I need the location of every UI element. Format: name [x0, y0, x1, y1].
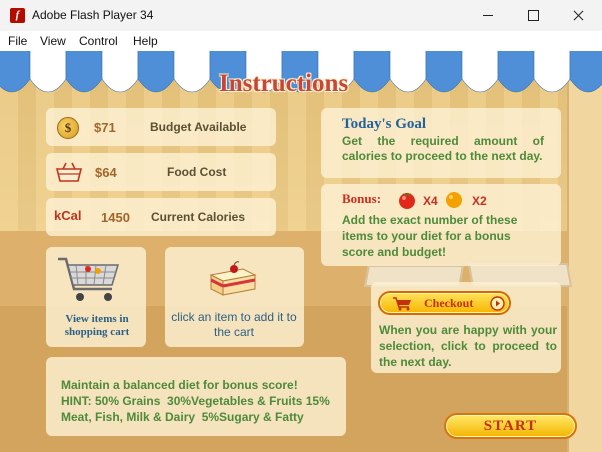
- budget-label: Budget Available: [150, 120, 247, 134]
- arrow-right-icon: [490, 296, 505, 311]
- checkout-text: When you are happy with your selection, …: [379, 323, 557, 369]
- flash-app-icon: f: [10, 8, 25, 23]
- awning-stripe: [533, 51, 571, 93]
- basket-icon: [55, 162, 83, 182]
- start-button[interactable]: START: [444, 413, 577, 439]
- hint-panel: Maintain a balanced diet for bonus score…: [46, 357, 346, 436]
- minimize-icon[interactable]: [465, 0, 511, 31]
- item-tip-panel: click an item to add it to the cart: [165, 247, 304, 347]
- goal-title: Today's Goal: [342, 116, 427, 132]
- awning-stripe: [137, 51, 175, 93]
- hint-line-2: HINT: 50% Grains 30%Vegetables & Fruits …: [61, 394, 330, 408]
- start-label: START: [483, 418, 538, 434]
- awning-stripe: [425, 51, 463, 93]
- shop-pillar: [567, 81, 602, 452]
- awning-stripe: [497, 51, 535, 93]
- checkout-panel: Checkout When you are happy with your se…: [371, 282, 561, 373]
- item-tip-caption: click an item to add it to the cart: [171, 310, 297, 339]
- checkout-label: Checkout: [424, 296, 474, 310]
- kcal-icon: kCal: [54, 208, 82, 223]
- calories-label: Current Calories: [151, 210, 246, 224]
- menu-control[interactable]: Control: [79, 34, 118, 48]
- menu-file[interactable]: File: [8, 34, 27, 48]
- window-title: Adobe Flash Player 34: [32, 8, 154, 22]
- coin-icon: $: [57, 117, 79, 139]
- orange-multiplier: X2: [472, 194, 487, 208]
- instructions-heading: Instructions: [219, 70, 349, 97]
- food-cost-label: Food Cost: [167, 165, 227, 179]
- food-cost-panel: $64 Food Cost: [46, 153, 276, 191]
- tomato-multiplier: X4: [423, 194, 438, 208]
- cart-tip-caption: View items in shopping cart: [64, 313, 130, 338]
- cart-tip-panel: View items in shopping cart: [46, 247, 146, 347]
- budget-panel: $ $71 Budget Available: [46, 108, 276, 146]
- goal-text: Get the required amount of calories to p…: [342, 134, 544, 163]
- hint-line-1: Maintain a balanced diet for bonus score…: [61, 378, 298, 392]
- game-stage[interactable]: Instructions $ $71 Budget Available $64 …: [0, 51, 602, 452]
- orange-icon: [446, 192, 462, 208]
- close-icon[interactable]: [555, 0, 601, 31]
- awning-stripe: [173, 51, 211, 93]
- goal-panel: Today's Goal Get the required amount of …: [321, 108, 561, 178]
- bonus-label: Bonus:: [342, 191, 382, 206]
- awning-stripe: [569, 51, 602, 93]
- menu-view[interactable]: View: [40, 34, 66, 48]
- awning-stripe: [101, 51, 139, 93]
- menu-help[interactable]: Help: [133, 34, 158, 48]
- awning-stripe: [389, 51, 427, 93]
- awning-stripe: [29, 51, 67, 93]
- awning-stripe: [65, 51, 103, 93]
- hint-text: Maintain a balanced diet for bonus score…: [61, 377, 346, 425]
- awning-stripe: [0, 51, 31, 93]
- window-titlebar[interactable]: f Adobe Flash Player 34: [0, 0, 602, 31]
- tomato-icon: [399, 193, 415, 209]
- calories-value: 1450: [101, 210, 130, 225]
- calories-panel: kCal 1450 Current Calories: [46, 198, 276, 236]
- checkout-button[interactable]: Checkout: [378, 291, 511, 315]
- maximize-icon[interactable]: [510, 0, 556, 31]
- cake-icon: [209, 261, 257, 296]
- menu-bar: File View Control Help: [0, 31, 602, 51]
- awning-stripe: [461, 51, 499, 93]
- hint-line-3: Meat, Fish, Milk & Dairy 5%Sugary & Fatt…: [61, 410, 304, 424]
- food-cost-value: $64: [95, 165, 117, 180]
- shopping-cart-icon: [58, 257, 120, 301]
- cart-icon: [393, 297, 411, 311]
- budget-value: $71: [94, 120, 116, 135]
- bonus-text: Add the exact number of these items to y…: [342, 213, 518, 259]
- bonus-panel: Bonus: X4 X2 Add the exact number of the…: [321, 184, 561, 266]
